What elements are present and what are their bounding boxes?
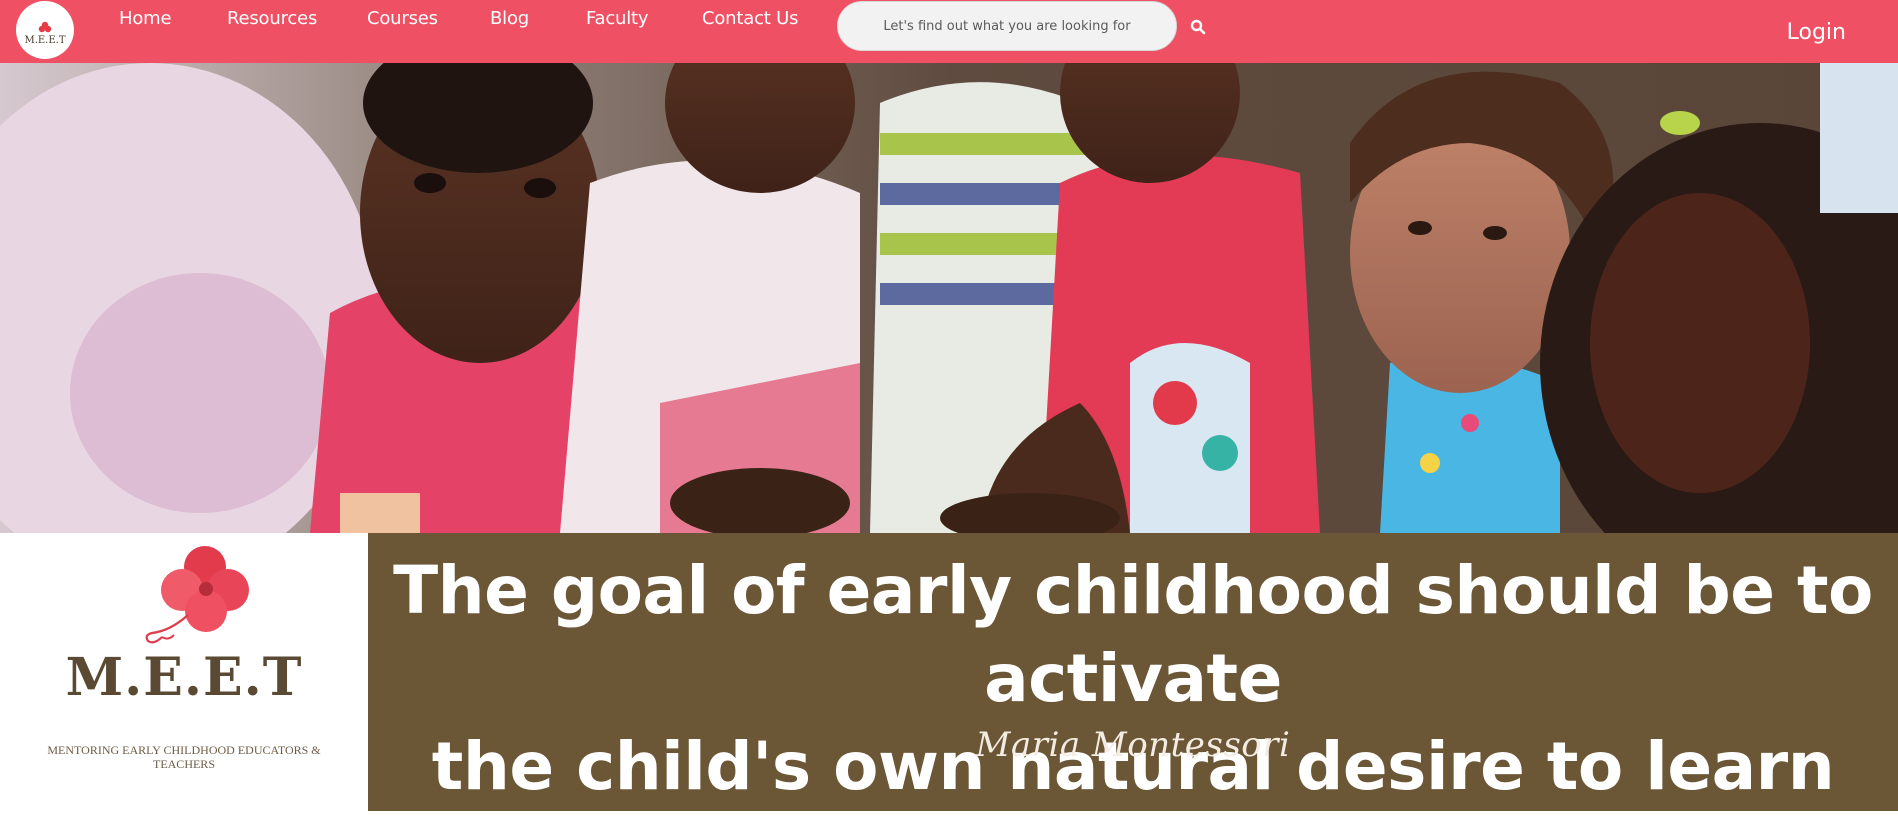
quote-line-1: The goal of early childhood should be to… bbox=[393, 552, 1873, 717]
nav-faculty[interactable]: Faculty bbox=[586, 8, 649, 32]
quote-text: The goal of early childhood should be to… bbox=[368, 547, 1898, 811]
quote-author: Maria Montessori bbox=[975, 725, 1291, 765]
brand-name: M.E.E.T bbox=[65, 647, 303, 708]
search-button[interactable] bbox=[1188, 16, 1208, 38]
nav-resources[interactable]: Resources bbox=[227, 8, 317, 32]
logo-text: M.E.E.T bbox=[24, 34, 66, 46]
site-logo[interactable]: M.E.E.T bbox=[16, 1, 74, 59]
login-link[interactable]: Login bbox=[1787, 20, 1846, 45]
brand-tagline: MENTORING EARLY CHILDHOOD EDUCATORS & TE… bbox=[47, 743, 321, 771]
nav-courses[interactable]: Courses bbox=[367, 8, 438, 32]
top-navbar: M.E.E.T Home Resources Courses Blog Facu… bbox=[0, 0, 1898, 63]
hero-illustration bbox=[0, 63, 1898, 533]
search-input[interactable] bbox=[837, 1, 1177, 51]
search-icon bbox=[1190, 19, 1206, 35]
nav-home[interactable]: Home bbox=[119, 8, 172, 32]
brand-panel: M.E.E.T MENTORING EARLY CHILDHOOD EDUCAT… bbox=[0, 533, 368, 811]
flower-logo-icon bbox=[145, 546, 249, 644]
nav-contact-us[interactable]: Contact Us bbox=[702, 8, 799, 32]
nav-blog[interactable]: Blog bbox=[490, 8, 529, 32]
quote-panel: The goal of early childhood should be to… bbox=[368, 533, 1898, 811]
hero-photo bbox=[0, 63, 1898, 533]
logo-flower-icon bbox=[38, 21, 52, 32]
